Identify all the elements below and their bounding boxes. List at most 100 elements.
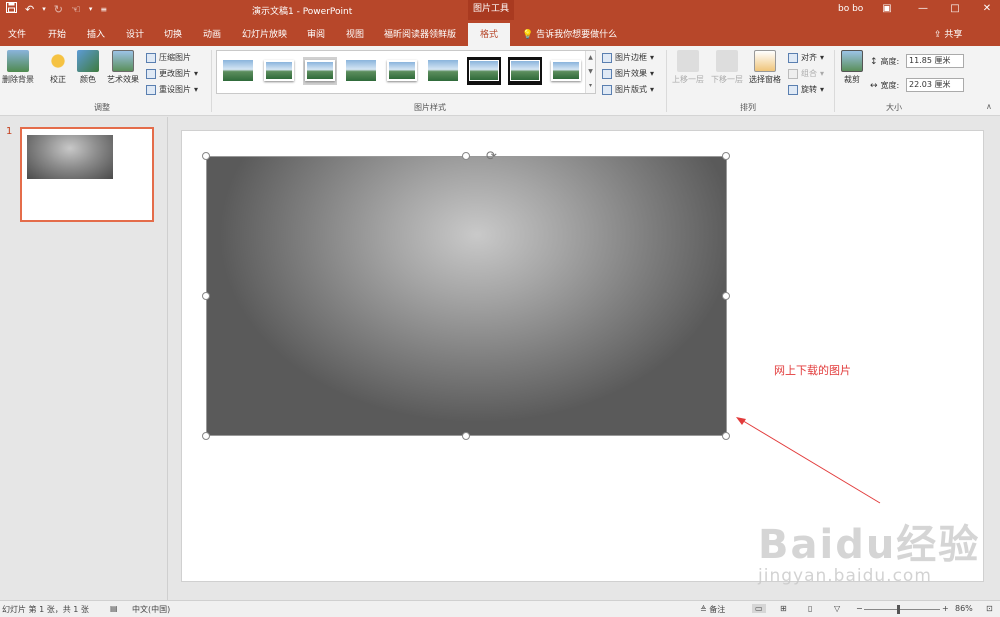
artistic-effects-icon (112, 50, 134, 72)
resize-handle[interactable] (202, 292, 210, 300)
compress-pictures-button[interactable]: 压缩图片 (146, 52, 191, 63)
size-group-label: 大小 (886, 103, 902, 112)
corrections-button[interactable]: 校正 (46, 50, 70, 85)
tab-home[interactable]: 开始 (48, 27, 66, 40)
user-name[interactable]: bo bo (838, 4, 863, 14)
slideshow-icon[interactable]: ▽ (834, 604, 840, 613)
rotate-button[interactable]: 旋转 ▾ (788, 84, 824, 95)
rotate-label: 旋转 (801, 85, 817, 94)
zoom-slider-thumb[interactable] (897, 605, 900, 614)
reading-view-icon[interactable]: ▯ (808, 604, 812, 613)
width-label: 宽度: (880, 81, 900, 90)
change-picture-button[interactable]: 更改图片 ▾ (146, 68, 198, 79)
redo-icon[interactable]: ↻ (54, 3, 63, 16)
normal-view-icon[interactable]: ▭ (752, 604, 766, 613)
rotate-handle-icon[interactable]: ⟳ (486, 149, 497, 164)
notes-button[interactable]: ≜ 备注 (700, 604, 725, 615)
slides-pane: 1 (0, 117, 168, 600)
tab-review[interactable]: 审阅 (307, 27, 325, 40)
divider (834, 50, 835, 112)
tab-format[interactable]: 格式 (468, 23, 511, 46)
selection-pane-button[interactable]: 选择窗格 (747, 50, 783, 85)
remove-background-button[interactable]: 删除背景 (0, 50, 36, 85)
bring-forward-icon (677, 50, 699, 72)
resize-handle[interactable] (722, 292, 730, 300)
corrections-label: 校正 (50, 75, 66, 84)
tab-design[interactable]: 设计 (126, 27, 144, 40)
artistic-effects-label: 艺术效果 (107, 75, 139, 84)
picture-layout-button[interactable]: 图片版式 ▾ (602, 84, 654, 95)
align-button[interactable]: 对齐 ▾ (788, 52, 824, 63)
chevron-down-icon[interactable]: ▾ (89, 5, 93, 13)
style-option[interactable] (303, 57, 337, 85)
language[interactable]: 中文(中国) (132, 604, 170, 615)
minimize-icon[interactable]: — (916, 3, 930, 14)
resize-handle[interactable] (722, 152, 730, 160)
notes-label: 备注 (709, 605, 726, 614)
sun-icon (47, 50, 69, 72)
share-button[interactable]: ⇪ 共享 (934, 27, 962, 40)
bring-forward-label: 上移一层 (672, 75, 704, 84)
touch-mode-icon[interactable]: ☜ (71, 3, 81, 16)
close-icon[interactable]: ✕ (980, 3, 994, 14)
align-icon (788, 52, 798, 63)
style-option[interactable] (426, 57, 460, 85)
maximize-icon[interactable]: □ (948, 3, 962, 14)
style-option[interactable] (467, 57, 501, 85)
reset-picture-button[interactable]: 重设图片 ▾ (146, 84, 198, 95)
pen-icon (602, 52, 612, 63)
tab-file[interactable]: 文件 (8, 27, 26, 40)
zoom-level[interactable]: 86% (955, 604, 973, 613)
color-button[interactable]: 颜色 (76, 50, 100, 85)
resize-handle[interactable] (462, 432, 470, 440)
width-input[interactable]: 22.03 厘米 (906, 78, 964, 92)
style-option[interactable] (262, 57, 296, 85)
artistic-effects-button[interactable]: 艺术效果 (104, 50, 142, 85)
change-picture-icon (146, 68, 156, 79)
height-input[interactable]: 11.85 厘米 (906, 54, 964, 68)
style-option[interactable] (508, 57, 542, 85)
selected-picture[interactable]: ⟳ (202, 149, 730, 440)
tab-slideshow[interactable]: 幻灯片放映 (242, 27, 287, 40)
resize-handle[interactable] (722, 432, 730, 440)
crop-button[interactable]: 裁剪 (838, 50, 866, 85)
group-button[interactable]: 组合 ▾ (788, 68, 824, 79)
style-option[interactable] (221, 57, 255, 85)
reset-picture-icon (146, 84, 156, 95)
undo-icon[interactable]: ↶ (25, 3, 34, 16)
width-control: ↔ 宽度: (870, 80, 899, 91)
chevron-down-icon[interactable]: ▾ (42, 5, 46, 13)
picture-border-button[interactable]: 图片边框 ▾ (602, 52, 654, 63)
slide-canvas: ⟳ 网上下载的图片 Baidu经验 jingyan.baidu.com (168, 117, 1000, 600)
picture-border-label: 图片边框 (615, 53, 647, 62)
zoom-out-icon[interactable]: − (856, 604, 863, 613)
resize-handle[interactable] (462, 152, 470, 160)
spelling-icon[interactable]: ▤ (110, 604, 118, 613)
save-icon[interactable] (6, 2, 17, 16)
zoom-slider[interactable] (864, 609, 940, 610)
tab-insert[interactable]: 插入 (87, 27, 105, 40)
bring-forward-button[interactable]: 上移一层 (670, 50, 706, 85)
customize-icon[interactable]: ≡ (100, 5, 107, 14)
zoom-in-icon[interactable]: + (942, 604, 949, 613)
picture-effects-button[interactable]: 图片效果 ▾ (602, 68, 654, 79)
resize-handle[interactable] (202, 432, 210, 440)
resize-handle[interactable] (202, 152, 210, 160)
tab-animations[interactable]: 动画 (203, 27, 221, 40)
color-label: 颜色 (80, 75, 96, 84)
style-option[interactable] (385, 57, 419, 85)
send-backward-button[interactable]: 下移一层 (709, 50, 745, 85)
style-option[interactable] (549, 57, 583, 85)
style-option[interactable] (344, 57, 378, 85)
picture-styles-gallery: ▲ ▼ ▾ (216, 50, 596, 94)
tab-foxit[interactable]: 福昕阅读器领鲜版 (384, 27, 456, 40)
slide-sorter-icon[interactable]: ⊞ (780, 604, 787, 613)
tell-me-search[interactable]: 💡 告诉我你想要做什么 (522, 27, 617, 40)
ribbon-display-icon[interactable]: ▣ (880, 3, 894, 14)
collapse-ribbon-icon[interactable]: ∧ (986, 102, 992, 111)
gallery-scrollbar[interactable]: ▲ ▼ ▾ (585, 51, 595, 93)
tab-view[interactable]: 视图 (346, 27, 364, 40)
tab-transitions[interactable]: 切换 (164, 27, 182, 40)
fit-slide-icon[interactable]: ⊡ (986, 604, 993, 613)
slide-thumbnail[interactable] (20, 127, 154, 222)
